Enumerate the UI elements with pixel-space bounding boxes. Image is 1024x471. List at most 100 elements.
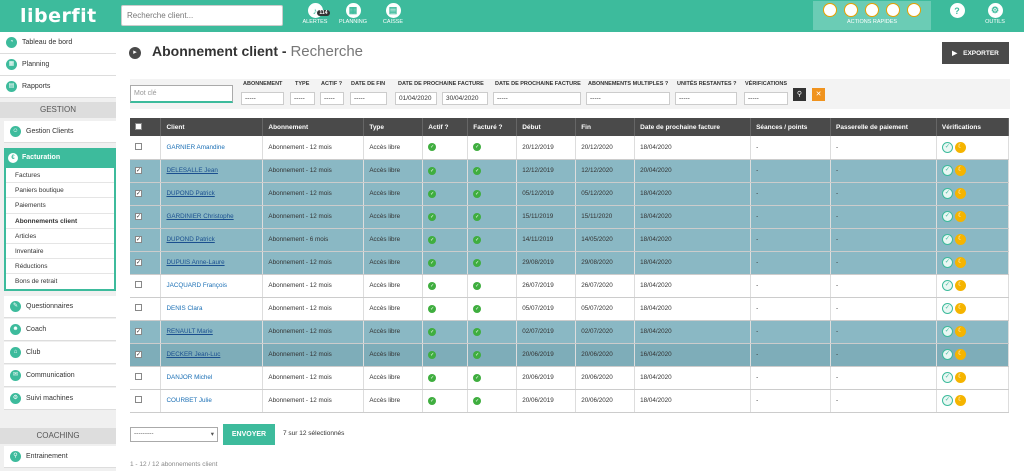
verified-icon[interactable]: ✓: [941, 395, 953, 406]
filter-date-prochaine-select[interactable]: -----: [493, 92, 581, 105]
export-button[interactable]: ▶ EXPORTER: [942, 42, 1009, 64]
row-checkbox[interactable]: ✓: [135, 259, 142, 266]
table-row[interactable]: ✓ DUPOND Patrick Abonnement - 6 mois Accès …: [130, 228, 1010, 252]
row-checkbox[interactable]: ✓: [135, 167, 142, 174]
sidebar-item-club[interactable]: ⌂ Club: [4, 342, 116, 364]
filter-date-to-input[interactable]: 30/04/2020: [442, 92, 488, 105]
row-checkbox[interactable]: ✓: [135, 236, 142, 243]
verified-icon[interactable]: ✓: [941, 257, 953, 268]
table-row[interactable]: GARNIER Amandine Abonnement - 12 mois Accè…: [130, 136, 1010, 160]
quick-payment-icon[interactable]: [886, 3, 901, 17]
table-row[interactable]: JACQUARD François Abonnement - 12 mois Acc…: [130, 274, 1010, 298]
table-row[interactable]: ✓ RENAULT Marie Abonnement - 12 mois Accès …: [130, 320, 1010, 344]
pending-verification-icon[interactable]: ☾: [954, 141, 966, 153]
col-facture[interactable]: Facturé ?: [467, 118, 518, 136]
submenu-reductions[interactable]: Réductions: [6, 259, 114, 275]
verified-icon[interactable]: ✓: [941, 211, 953, 222]
submenu-abonnements-client[interactable]: Abonnements client: [6, 214, 114, 229]
pending-verification-icon[interactable]: ☾: [954, 280, 966, 291]
client-link[interactable]: DANJOR Michel: [166, 374, 212, 381]
verified-icon[interactable]: ✓: [941, 165, 953, 176]
row-checkbox[interactable]: [135, 396, 142, 403]
caisse-nav[interactable]: ▤ CAISSE: [378, 0, 408, 32]
sidebar-item-coach[interactable]: ☻ Coach: [4, 319, 116, 341]
col-type[interactable]: Type: [363, 118, 424, 136]
client-link[interactable]: DECKER Jean-Luc: [166, 351, 220, 358]
verified-icon[interactable]: ✓: [941, 372, 953, 383]
pending-verification-icon[interactable]: ☾: [954, 326, 966, 337]
verified-icon[interactable]: ✓: [941, 188, 953, 199]
help-nav[interactable]: ?: [948, 0, 966, 32]
select-all-checkbox[interactable]: [135, 122, 142, 130]
table-row[interactable]: COURBET Julie Abonnement - 12 mois Accès l…: [130, 389, 1010, 413]
client-link[interactable]: DUPOND Patrick: [166, 236, 214, 243]
client-search-input[interactable]: Recherche client...: [121, 5, 283, 26]
filter-type-select[interactable]: -----: [290, 92, 315, 105]
verified-icon[interactable]: ✓: [941, 326, 953, 337]
submenu-bons-retrait[interactable]: Bons de retrait: [6, 274, 114, 289]
app-logo[interactable]: liberfit: [20, 5, 97, 27]
verified-icon[interactable]: ✓: [941, 141, 953, 153]
sidebar-item-planning[interactable]: ▦ Planning: [0, 54, 116, 76]
sidebar-item-gestion-clients[interactable]: ☺ Gestion Clients: [4, 121, 116, 143]
filter-unites-select[interactable]: -----: [675, 92, 737, 105]
col-seances[interactable]: Séances / points: [750, 118, 831, 136]
table-row[interactable]: ✓ DELESALLE Jean Abonnement - 12 mois Accès…: [130, 159, 1010, 183]
sidebar-item-questionnaires[interactable]: ✎ Questionnaires: [4, 296, 116, 318]
submenu-paiements[interactable]: Paiements: [6, 198, 114, 214]
send-button[interactable]: ENVOYER: [223, 424, 275, 445]
row-checkbox[interactable]: ✓: [135, 328, 142, 335]
filter-date-fin-select[interactable]: -----: [350, 92, 387, 105]
pending-verification-icon[interactable]: ☾: [954, 165, 966, 176]
table-row[interactable]: ✓ DUPOND Patrick Abonnement - 12 mois Accès…: [130, 182, 1010, 206]
keyword-input[interactable]: Mot clé: [130, 85, 233, 103]
row-checkbox[interactable]: [135, 304, 142, 311]
client-link[interactable]: COURBET Julie: [166, 397, 211, 404]
verified-icon[interactable]: ✓: [941, 280, 953, 291]
pending-verification-icon[interactable]: ☾: [954, 303, 966, 314]
verified-icon[interactable]: ✓: [941, 234, 953, 245]
client-link[interactable]: JACQUARD François: [166, 282, 227, 289]
client-link[interactable]: DUPUIS Anne-Laure: [166, 259, 224, 266]
sidebar-item-entrainement[interactable]: ⚲ Entrainement: [4, 446, 116, 468]
submenu-factures[interactable]: Factures: [6, 168, 114, 184]
client-link[interactable]: DELESALLE Jean: [166, 167, 217, 174]
filter-date-from-input[interactable]: 01/04/2020: [395, 92, 437, 105]
table-row[interactable]: ✓ GARDINIER Christophe Abonnement - 12 moi…: [130, 205, 1010, 229]
pending-verification-icon[interactable]: ☾: [954, 372, 966, 383]
pending-verification-icon[interactable]: ☾: [954, 257, 966, 268]
sidebar-item-suivi-machines[interactable]: ⚙ Suivi machines: [4, 388, 116, 410]
col-actif[interactable]: Actif ?: [422, 118, 469, 136]
client-link[interactable]: RENAULT Marie: [166, 328, 212, 335]
col-client[interactable]: Client: [160, 118, 264, 136]
pending-verification-icon[interactable]: ☾: [954, 395, 966, 406]
bulk-action-select[interactable]: --------- ▾: [130, 427, 218, 442]
pending-verification-icon[interactable]: ☾: [954, 349, 966, 360]
table-row[interactable]: DANJOR Michel Abonnement - 12 mois Accès l…: [130, 366, 1010, 390]
sidebar-item-tableau-de-bord[interactable]: ◔ Tableau de bord: [0, 32, 116, 54]
submenu-inventaire[interactable]: Inventaire: [6, 244, 114, 260]
pending-verification-icon[interactable]: ☾: [954, 234, 966, 245]
outils-nav[interactable]: ⚙ OUTILS: [980, 0, 1010, 32]
sidebar-item-rapports[interactable]: ▤ Rapports: [0, 76, 116, 98]
row-checkbox[interactable]: ✓: [135, 351, 142, 358]
quick-cart-icon[interactable]: [907, 3, 922, 17]
filter-verifications-select[interactable]: -----: [744, 92, 788, 105]
sidebar-item-facturation[interactable]: € Facturation: [4, 148, 116, 168]
verified-icon[interactable]: ✓: [941, 303, 953, 314]
col-fin[interactable]: Fin: [575, 118, 636, 136]
submenu-articles[interactable]: Articles: [6, 229, 114, 244]
col-passerelle[interactable]: Passerelle de paiement: [830, 118, 937, 136]
search-button[interactable]: ⚲: [793, 88, 806, 101]
filter-abonnement-select[interactable]: -----: [241, 92, 284, 105]
table-row[interactable]: DENIS Clara Abonnement - 12 mois Accès lib…: [130, 297, 1010, 321]
col-prochaine-facture[interactable]: Date de prochaine facture: [634, 118, 752, 136]
col-abonnement[interactable]: Abonnement: [262, 118, 365, 136]
verified-icon[interactable]: ✓: [941, 349, 953, 360]
client-link[interactable]: GARDINIER Christophe: [166, 213, 233, 220]
row-checkbox[interactable]: ✓: [135, 213, 142, 220]
reset-filter-button[interactable]: ✕: [812, 88, 825, 101]
client-link[interactable]: GARNIER Amandine: [166, 144, 224, 151]
pending-verification-icon[interactable]: ☾: [954, 188, 966, 199]
submenu-paniers[interactable]: Paniers boutique: [6, 183, 114, 199]
